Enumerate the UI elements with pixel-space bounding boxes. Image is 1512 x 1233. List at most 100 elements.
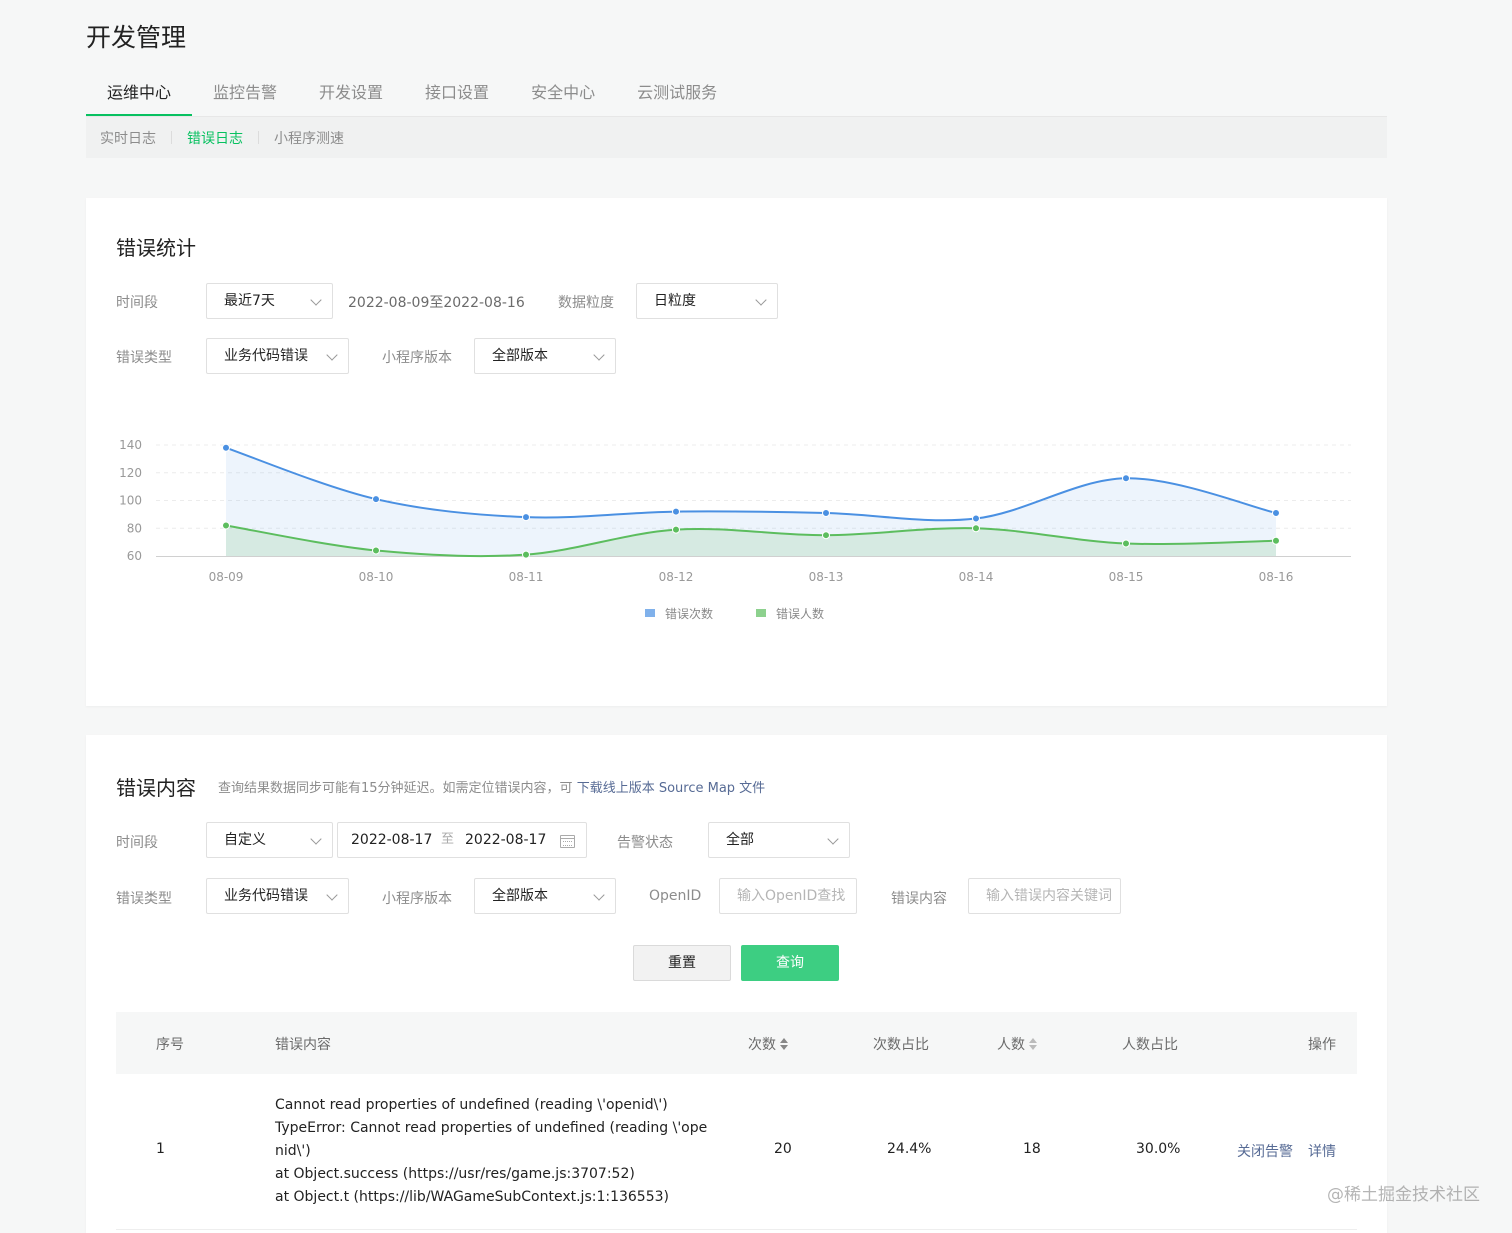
- version-label: 小程序版本: [382, 891, 452, 907]
- data-point: [1122, 474, 1130, 483]
- y-tick-label: 100: [119, 494, 142, 508]
- date-range-picker[interactable]: 2022-08-17 至 2022-08-17: [337, 822, 587, 858]
- keyword-input[interactable]: [986, 888, 1120, 904]
- x-tick-label: 08-14: [959, 570, 994, 584]
- tab-ops-center[interactable]: 运维中心: [86, 78, 193, 116]
- version-select[interactable]: 全部版本: [474, 878, 616, 914]
- tab-security[interactable]: 安全中心: [510, 78, 616, 116]
- table-row: 1 Cannot read properties of undefined (r…: [116, 1074, 1357, 1230]
- page-title: 开发管理: [86, 23, 187, 52]
- data-point: [372, 495, 380, 504]
- period-select-value: 自定义: [224, 832, 266, 848]
- error-type-select[interactable]: 业务代码错误: [206, 878, 349, 914]
- hint-message: 查询结果数据同步可能有15分钟延迟。如需定位错误内容，可: [218, 781, 573, 796]
- table-header: 序号 错误内容 次数 次数占比 人数 人数占比 操作: [116, 1012, 1357, 1074]
- data-point: [1272, 508, 1280, 517]
- error-line: at Object.t (https://lib/WAGameSubContex…: [275, 1189, 669, 1205]
- data-point: [372, 546, 380, 555]
- version-select-value: 全部版本: [492, 888, 548, 904]
- subtab-speed-test[interactable]: 小程序测速: [274, 128, 344, 148]
- period-select[interactable]: 自定义: [206, 822, 333, 858]
- x-tick-label: 08-11: [509, 570, 544, 584]
- close-alert-link[interactable]: 关闭告警: [1237, 1141, 1293, 1161]
- x-tick-label: 08-16: [1259, 570, 1294, 584]
- col-count[interactable]: 次数: [748, 1034, 788, 1054]
- error-table: 序号 错误内容 次数 次数占比 人数 人数占比 操作 1 Cannot read…: [116, 1012, 1357, 1230]
- row-count: 20: [774, 1141, 792, 1157]
- legend-swatch: [645, 609, 655, 617]
- alert-status-select[interactable]: 全部: [708, 822, 850, 858]
- keyword-label: 错误内容: [891, 891, 947, 907]
- data-point: [972, 524, 980, 533]
- row-count-ratio: 24.4%: [887, 1141, 932, 1157]
- x-tick-label: 08-12: [659, 570, 694, 584]
- reset-button[interactable]: 重置: [633, 945, 731, 981]
- row-users: 18: [1023, 1141, 1041, 1157]
- openid-input[interactable]: [737, 888, 856, 904]
- y-tick-label: 120: [119, 466, 142, 480]
- error-line: nid\'): [275, 1143, 311, 1159]
- tab-monitoring[interactable]: 监控告警: [192, 78, 298, 116]
- row-index: 1: [156, 1141, 165, 1157]
- hint-text: 查询结果数据同步可能有15分钟延迟。如需定位错误内容，可 下载线上版本 Sour…: [218, 777, 765, 796]
- tab-dev-settings[interactable]: 开发设置: [298, 78, 404, 116]
- data-point: [822, 531, 830, 540]
- sort-icon: [1029, 1038, 1037, 1050]
- error-content-card: 错误内容 查询结果数据同步可能有15分钟延迟。如需定位错误内容，可 下载线上版本…: [86, 735, 1387, 1233]
- col-users-label: 人数: [997, 1037, 1025, 1053]
- subtab-error-log[interactable]: 错误日志: [187, 128, 243, 148]
- x-tick-label: 08-10: [359, 570, 394, 584]
- source-map-link[interactable]: 下载线上版本 Source Map 文件: [577, 781, 765, 796]
- col-content: 错误内容: [275, 1037, 331, 1053]
- date-to: 至: [441, 832, 455, 847]
- col-count-label: 次数: [748, 1037, 776, 1053]
- chevron-down-icon: [593, 889, 605, 901]
- col-user-ratio: 人数占比: [1122, 1037, 1178, 1053]
- tab-api-settings[interactable]: 接口设置: [404, 78, 510, 116]
- alert-status-select-value: 全部: [726, 832, 754, 848]
- data-point: [1122, 539, 1130, 548]
- keyword-input-wrap: [968, 878, 1121, 914]
- detail-link[interactable]: 详情: [1308, 1141, 1336, 1161]
- tab-cloud-test[interactable]: 云测试服务: [616, 78, 738, 116]
- section-title: 错误内容: [116, 776, 196, 800]
- x-tick-label: 08-13: [809, 570, 844, 584]
- data-point: [522, 513, 530, 522]
- data-point: [222, 443, 230, 452]
- legend-label: 错误人数: [776, 606, 824, 621]
- error-stats-card: 错误统计 时间段 最近7天 2022-08-09至2022-08-16 数据粒度…: [86, 198, 1387, 706]
- openid-label: OpenID: [649, 888, 702, 904]
- col-actions: 操作: [1308, 1037, 1336, 1053]
- divider: [258, 131, 259, 144]
- date-end: 2022-08-17: [465, 832, 547, 848]
- data-point: [222, 521, 230, 530]
- sort-icon: [780, 1038, 788, 1050]
- data-point: [1272, 536, 1280, 545]
- row-user-ratio: 30.0%: [1136, 1141, 1181, 1157]
- error-line: TypeError: Cannot read properties of und…: [275, 1120, 708, 1136]
- data-point: [672, 525, 680, 534]
- main-tabs: 运维中心 监控告警 开发设置 接口设置 安全中心 云测试服务: [86, 78, 738, 116]
- divider: [171, 131, 172, 144]
- legend-swatch: [756, 609, 766, 617]
- x-tick-label: 08-15: [1109, 570, 1144, 584]
- data-point: [672, 507, 680, 516]
- error-message: Cannot read properties of undefined (rea…: [275, 1094, 708, 1209]
- error-type-select-value: 业务代码错误: [224, 888, 308, 904]
- legend-label: 错误次数: [665, 606, 713, 621]
- y-tick-label: 60: [127, 549, 142, 563]
- openid-input-wrap: [719, 878, 857, 914]
- error-trend-chart: 60 80 100 120 140 08-09 08-10 08-11 08-12 08-13 08…: [119, 438, 1351, 621]
- chevron-down-icon: [827, 833, 839, 845]
- calendar-icon: [560, 835, 575, 848]
- data-point: [822, 508, 830, 517]
- subtab-realtime-log[interactable]: 实时日志: [100, 128, 156, 148]
- y-tick-label: 140: [119, 438, 142, 452]
- chevron-down-icon: [326, 889, 338, 901]
- col-users[interactable]: 人数: [997, 1034, 1037, 1054]
- col-index: 序号: [156, 1037, 184, 1053]
- error-line: Cannot read properties of undefined (rea…: [275, 1097, 668, 1113]
- query-button[interactable]: 查询: [741, 945, 839, 981]
- error-line: at Object.success (https://usr/res/game.…: [275, 1166, 635, 1182]
- data-point: [972, 514, 980, 523]
